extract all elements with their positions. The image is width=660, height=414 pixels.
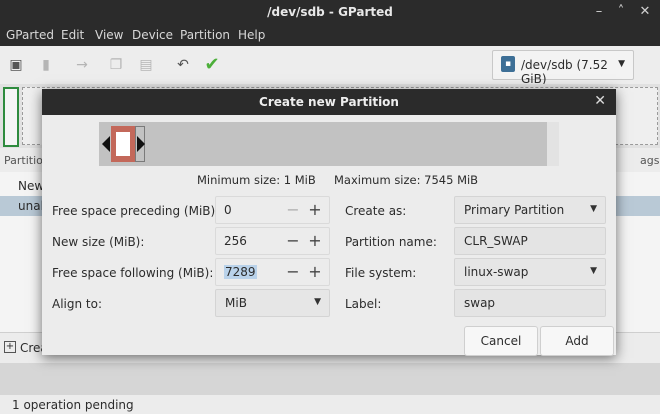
new-size-label: New size (MiB): bbox=[52, 235, 145, 249]
new-size-value[interactable]: 256 bbox=[224, 234, 247, 248]
increment-button[interactable]: + bbox=[308, 200, 322, 219]
minimize-icon[interactable]: – bbox=[590, 3, 608, 21]
close-window-icon[interactable]: ✕ bbox=[636, 3, 654, 21]
label-label: Label: bbox=[345, 297, 382, 311]
new-size-spinner[interactable]: 256 − + bbox=[215, 227, 330, 255]
create-as-label: Create as: bbox=[345, 204, 407, 218]
decrement-button[interactable]: − bbox=[286, 200, 300, 219]
align-to-select[interactable]: MiB ▼ bbox=[215, 289, 330, 317]
menu-view[interactable]: View bbox=[95, 28, 123, 42]
row-partition: New bbox=[18, 179, 45, 193]
copy-icon[interactable]: ❐ bbox=[106, 55, 126, 75]
disk-icon: ▪ bbox=[501, 56, 515, 72]
free-space-following-value[interactable]: 7289 bbox=[224, 265, 257, 279]
column-flags[interactable]: ags bbox=[640, 154, 659, 167]
label-field[interactable]: swap bbox=[454, 289, 606, 317]
device-selector[interactable]: ▪ /dev/sdb (7.52 GiB) ▼ bbox=[492, 50, 634, 86]
close-icon[interactable]: ✕ bbox=[594, 93, 606, 109]
menu-bar: GParted Edit View Device Partition Help bbox=[0, 24, 660, 46]
expand-icon[interactable]: + bbox=[4, 341, 16, 353]
free-space-preceding-value[interactable]: 0 bbox=[224, 203, 232, 217]
column-partition[interactable]: Partitio bbox=[4, 154, 43, 167]
new-partition-block[interactable] bbox=[111, 126, 135, 162]
partition-name-label: Partition name: bbox=[345, 235, 437, 249]
align-to-value: MiB bbox=[225, 296, 247, 310]
decrement-button[interactable]: − bbox=[286, 231, 300, 250]
menu-gparted[interactable]: GParted bbox=[6, 28, 54, 42]
file-system-value: linux-swap bbox=[464, 265, 529, 279]
status-bar: 1 operation pending bbox=[0, 395, 660, 414]
dialog-title: Create new Partition bbox=[259, 95, 399, 109]
left-arrow-handle-icon[interactable] bbox=[102, 136, 110, 152]
chevron-down-icon: ▼ bbox=[590, 266, 597, 276]
partition-name-field[interactable]: CLR_SWAP bbox=[454, 227, 606, 255]
free-space-preceding-label: Free space preceding (MiB): bbox=[52, 204, 220, 218]
menu-partition[interactable]: Partition bbox=[180, 28, 230, 42]
menu-edit[interactable]: Edit bbox=[61, 28, 84, 42]
file-system-label: File system: bbox=[345, 266, 417, 280]
window-title: /dev/sdb - GParted bbox=[267, 5, 393, 19]
disk-map-new-partition[interactable] bbox=[3, 87, 19, 147]
menu-help[interactable]: Help bbox=[238, 28, 265, 42]
partition-name-value[interactable]: CLR_SWAP bbox=[464, 234, 528, 248]
row-partition: unal bbox=[18, 199, 44, 213]
device-selector-label: /dev/sdb (7.52 GiB) bbox=[521, 58, 608, 86]
cancel-button[interactable]: Cancel bbox=[464, 326, 538, 356]
free-space-preceding-spinner[interactable]: 0 − + bbox=[215, 196, 330, 224]
minimum-size-text: Minimum size: 1 MiB bbox=[197, 173, 316, 187]
create-as-value: Primary Partition bbox=[464, 203, 565, 217]
label-value[interactable]: swap bbox=[464, 296, 495, 310]
chevron-down-icon: ▼ bbox=[618, 59, 625, 69]
new-partition-icon[interactable]: ▣ bbox=[6, 55, 26, 75]
right-arrow-handle-icon[interactable] bbox=[137, 136, 145, 152]
free-space-following-spinner[interactable]: 7289 − + bbox=[215, 258, 330, 286]
apply-icon[interactable]: ✔ bbox=[202, 55, 222, 75]
graph-end-space bbox=[547, 122, 559, 166]
align-to-label: Align to: bbox=[52, 297, 103, 311]
paste-icon[interactable]: ▤ bbox=[136, 55, 156, 75]
increment-button[interactable]: + bbox=[308, 262, 322, 281]
free-space-following-label: Free space following (MiB): bbox=[52, 266, 214, 280]
add-button[interactable]: Add bbox=[540, 326, 614, 356]
dialog-titlebar: Create new Partition ✕ bbox=[42, 89, 616, 115]
undo-icon[interactable]: ↶ bbox=[173, 55, 193, 75]
create-partition-dialog: Create new Partition ✕ Minimum size: 1 M… bbox=[42, 89, 616, 356]
status-text: 1 operation pending bbox=[12, 398, 134, 412]
chevron-down-icon: ▼ bbox=[590, 204, 597, 214]
delete-icon[interactable]: ▮ bbox=[36, 55, 56, 75]
file-system-select[interactable]: linux-swap ▼ bbox=[454, 258, 606, 286]
resize-move-icon[interactable]: → bbox=[72, 55, 92, 75]
window-titlebar: /dev/sdb - GParted – ˄ ✕ bbox=[0, 0, 660, 24]
maximize-icon[interactable]: ˄ bbox=[612, 3, 630, 21]
chevron-down-icon: ▼ bbox=[314, 297, 321, 307]
create-as-select[interactable]: Primary Partition ▼ bbox=[454, 196, 606, 224]
increment-button[interactable]: + bbox=[308, 231, 322, 250]
maximum-size-text: Maximum size: 7545 MiB bbox=[334, 173, 479, 187]
menu-device[interactable]: Device bbox=[132, 28, 173, 42]
decrement-button[interactable]: − bbox=[286, 262, 300, 281]
partition-size-graph[interactable] bbox=[99, 122, 559, 166]
